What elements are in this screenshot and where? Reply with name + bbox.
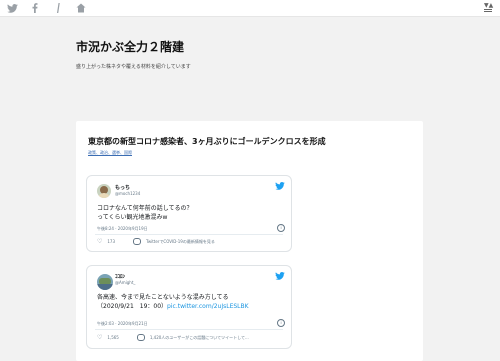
tweet-extra-link[interactable]: TwitterでCOVID-19の最新情報を見る bbox=[146, 239, 215, 245]
tweet-actions: ♡ 173 TwitterでCOVID-19の最新情報を見る bbox=[97, 238, 215, 245]
tweet-text-line: （2020/9/21 19：00）pic.twitter.com/2uJsLES… bbox=[97, 302, 249, 311]
tweet-author-handle[interactable]: @moch1234 bbox=[115, 191, 140, 196]
heart-icon[interactable]: ♡ bbox=[97, 238, 102, 245]
reply-bubble-icon[interactable] bbox=[133, 238, 142, 245]
article-tags[interactable]: 政策、政治、選挙、国際 bbox=[88, 150, 132, 156]
reply-bubble-icon[interactable] bbox=[136, 334, 145, 341]
tweet-text: 各高速、今まで見たことないような混み方してる （2020/9/21 19：00）… bbox=[97, 293, 249, 311]
tweet-text-line: ってくらい観光地激混みw bbox=[97, 214, 168, 221]
instagram-icon[interactable] bbox=[52, 2, 64, 14]
top-bar: ▼▲ bbox=[0, 0, 500, 17]
like-count[interactable]: 1,565 bbox=[107, 335, 118, 340]
tweet-author-name[interactable]: ｺｺﾛﾝ bbox=[115, 273, 125, 280]
tweet-text-line: 各高速、今まで見たことないような混み方してる bbox=[97, 294, 229, 301]
tweet-extra-link[interactable]: 1,420人のユーザーがこの話題についてツイートして... bbox=[150, 335, 249, 341]
social-icons bbox=[6, 2, 87, 14]
home-icon[interactable] bbox=[75, 2, 87, 14]
avatar[interactable] bbox=[97, 274, 113, 290]
avatar[interactable] bbox=[97, 184, 111, 198]
tweet-timestamp[interactable]: 午後8:24 · 2020年9月19日 bbox=[97, 226, 148, 232]
divider bbox=[95, 329, 283, 330]
tweet-text: コロナなんて何年前の話してるの？ ってくらい観光地激混みw bbox=[97, 204, 193, 222]
tweet-embed[interactable]: ｺｺﾛﾝ @Amight_ 各高速、今まで見たことないような混み方してる （20… bbox=[86, 265, 292, 349]
tweet-text-segment: （2020/9/21 19：00） bbox=[97, 303, 168, 310]
menu-icon[interactable]: ▼▲ bbox=[482, 2, 494, 14]
info-icon[interactable]: i bbox=[277, 319, 285, 327]
tweet-embed[interactable]: もっち @moch1234 コロナなんて何年前の話してるの？ ってくらい観光地激… bbox=[86, 175, 292, 252]
site-title[interactable]: 市況かぶ全力２階建 bbox=[76, 38, 184, 55]
info-icon[interactable]: i bbox=[277, 224, 285, 232]
heart-icon[interactable]: ♡ bbox=[97, 334, 102, 341]
twitter-bird-icon[interactable] bbox=[275, 182, 285, 190]
tweet-author-name[interactable]: もっち bbox=[115, 184, 130, 191]
facebook-icon[interactable] bbox=[29, 2, 41, 14]
article-title[interactable]: 東京都の新型コロナ感染者、3ヶ月ぶりにゴールデンクロスを形成 bbox=[88, 136, 326, 147]
article-card: 東京都の新型コロナ感染者、3ヶ月ぶりにゴールデンクロスを形成 政策、政治、選挙、… bbox=[76, 121, 423, 361]
twitter-icon[interactable] bbox=[6, 2, 18, 14]
tweet-actions: ♡ 1,565 1,420人のユーザーがこの話題についてツイートして... bbox=[97, 334, 249, 341]
tweet-author-handle[interactable]: @Amight_ bbox=[115, 280, 135, 285]
divider bbox=[95, 234, 283, 235]
tweet-media-link[interactable]: pic.twitter.com/2uJsLESLBK bbox=[167, 303, 249, 310]
tweet-text-line: コロナなんて何年前の話してるの？ bbox=[97, 205, 193, 212]
like-count[interactable]: 173 bbox=[107, 239, 115, 244]
twitter-bird-icon[interactable] bbox=[275, 272, 285, 280]
site-description: 盛り上がった株ネタや覆える材料を紹介しています bbox=[76, 64, 191, 70]
tweet-timestamp[interactable]: 午後2:03 · 2020年9月21日 bbox=[97, 321, 148, 327]
